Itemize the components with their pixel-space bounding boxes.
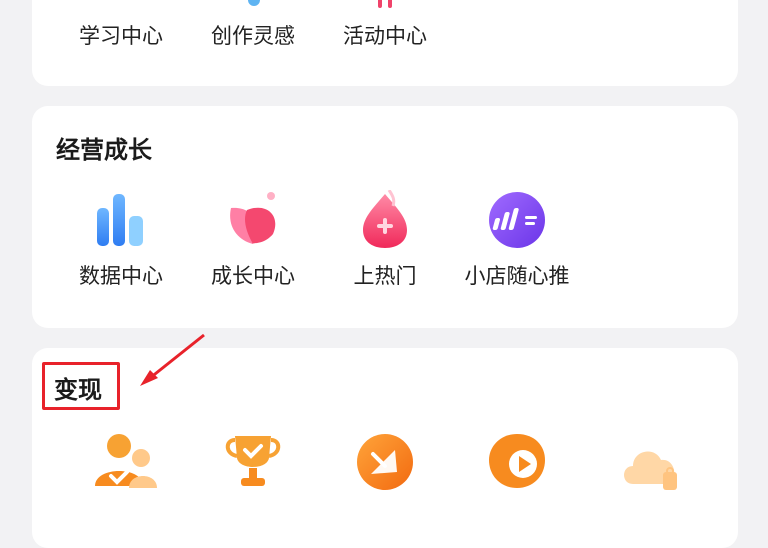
data-center-item[interactable]: 数据中心 — [56, 190, 186, 290]
monetize-item-video[interactable] — [452, 432, 582, 502]
activity-icon — [378, 0, 392, 8]
monetize-item-store[interactable] — [320, 432, 450, 502]
hot-promote-label: 上热门 — [353, 264, 417, 288]
business-growth-title: 经营成长 — [56, 136, 152, 164]
shop-promote-item[interactable]: 小店随心推 — [452, 190, 582, 290]
hot-promote-item[interactable]: 上热门 — [320, 189, 450, 290]
learning-center-label: 学习中心 — [79, 24, 163, 48]
monetize-item-trophy[interactable] — [188, 432, 318, 502]
activity-center-label: 活动中心 — [343, 24, 427, 48]
growth-center-label: 成长中心 — [211, 264, 295, 288]
business-growth-card: 经营成长 数据中心 成长中心 上热门 小店随心推 — [32, 106, 738, 328]
data-center-label: 数据中心 — [79, 264, 163, 288]
tools-card: 学习中心 创作灵感 活动中心 — [32, 0, 738, 86]
cloud-plus-icon — [619, 432, 679, 492]
creative-inspiration-label: 创作灵感 — [211, 24, 295, 48]
trophy-icon — [223, 432, 283, 492]
monetize-item-plan[interactable] — [584, 432, 714, 502]
bar-chart-icon — [91, 190, 151, 250]
store-icon — [355, 432, 415, 492]
growth-center-item[interactable]: 成长中心 — [188, 190, 318, 290]
promote-icon — [487, 190, 547, 250]
play-bubble-icon — [487, 432, 547, 492]
flame-plus-icon — [355, 189, 415, 250]
monetize-card: 变现 — [32, 348, 738, 548]
monetize-item-task[interactable] — [58, 432, 188, 502]
monetize-title: 变现 — [54, 376, 102, 404]
user-task-icon — [93, 432, 157, 492]
shop-promote-label: 小店随心推 — [464, 264, 570, 288]
petal-icon — [223, 190, 283, 250]
bulb-icon — [248, 0, 260, 6]
